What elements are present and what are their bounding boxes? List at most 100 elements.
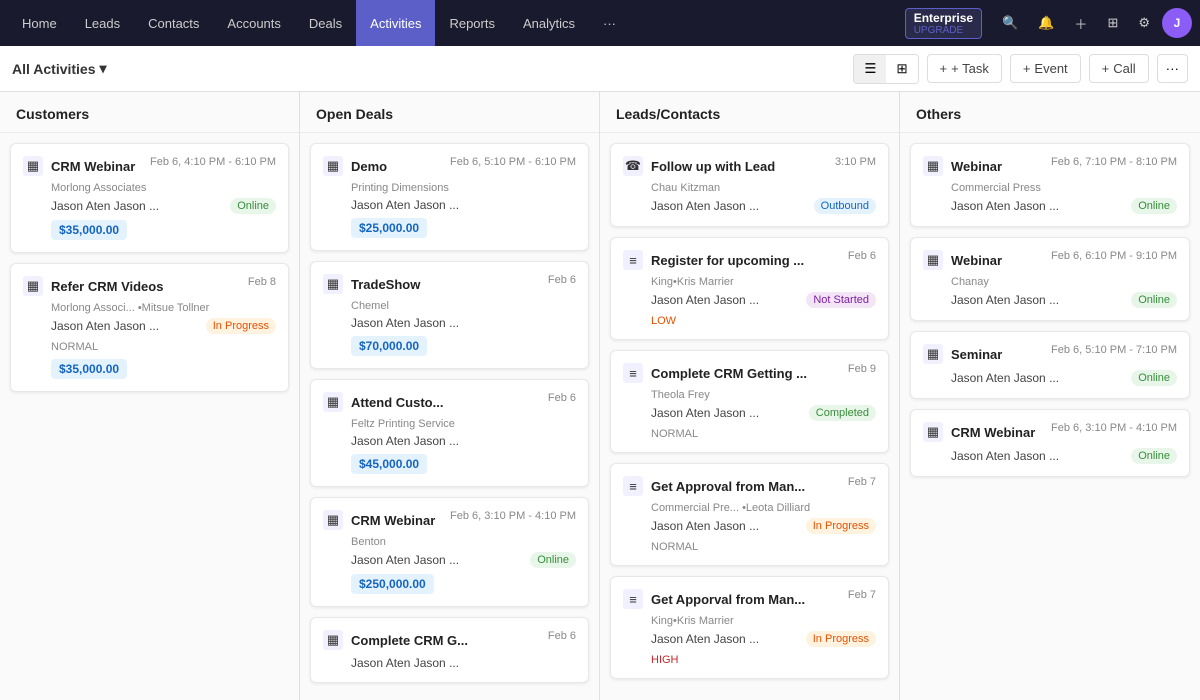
card-leads-contacts-4[interactable]: ≡Get Apporval from Man...Feb 7King•Kris … (610, 576, 889, 679)
card-priority: NORMAL (623, 425, 876, 440)
card-header-row: ▦ Webinar Feb 6, 6:10 PM - 9:10 PM (923, 250, 1177, 270)
card-date: Feb 9 (848, 363, 876, 375)
grid-view-button[interactable]: ⊞ (886, 55, 917, 83)
card-company: Chemel (323, 300, 576, 312)
card-header-row: ▦Complete CRM G...Feb 6 (323, 630, 576, 650)
card-meta-row: Jason Aten Jason ... In Progress (23, 318, 276, 334)
card-title: Demo (351, 159, 387, 174)
card-date: Feb 6, 3:10 PM - 4:10 PM (450, 510, 576, 522)
card-date: Feb 6 (548, 630, 576, 642)
card-date: Feb 6, 6:10 PM - 9:10 PM (1051, 250, 1177, 262)
nav-reports[interactable]: Reports (435, 0, 509, 46)
nav-analytics[interactable]: Analytics (509, 0, 589, 46)
card-date: Feb 6, 4:10 PM - 6:10 PM (150, 156, 276, 168)
card-status-badge: In Progress (206, 318, 276, 334)
card-open-deals-4[interactable]: ▦Complete CRM G...Feb 6Jason Aten Jason … (310, 617, 589, 683)
card-meta-row: Jason Aten Jason ...Online (923, 198, 1177, 214)
nav-leads[interactable]: Leads (71, 0, 134, 46)
card-others-3[interactable]: ▦CRM WebinarFeb 6, 3:10 PM - 4:10 PM Jaso… (910, 409, 1190, 477)
card-company: Theola Frey (623, 389, 876, 401)
dropdown-chevron: ▾ (100, 60, 107, 77)
card-company: King•Kris Marrier (623, 276, 876, 288)
card-assignees: Jason Aten Jason ... (51, 319, 159, 333)
card-others-0[interactable]: ▦WebinarFeb 6, 7:10 PM - 8:10 PM Commerci… (910, 143, 1190, 227)
card-assignees: Jason Aten Jason ... (951, 449, 1059, 463)
nav-home[interactable]: Home (8, 0, 71, 46)
card-company: Chanay (923, 276, 1177, 288)
main-content: Customers▦CRM WebinarFeb 6, 4:10 PM - 6:… (0, 92, 1200, 700)
nav-contacts[interactable]: Contacts (134, 0, 213, 46)
card-header-row: ≡Complete CRM Getting ...Feb 9 (623, 363, 876, 383)
activities-title[interactable]: All Activities ▾ (12, 60, 107, 77)
event-button[interactable]: + Event (1010, 54, 1081, 83)
card-type-icon: ≡ (623, 363, 643, 383)
card-status-badge: Online (1131, 292, 1177, 308)
card-status-badge: Online (530, 552, 576, 568)
card-amount: $35,000.00 (51, 220, 127, 240)
nav-deals[interactable]: Deals (295, 0, 356, 46)
card-title: Complete CRM G... (351, 633, 468, 648)
card-open-deals-0[interactable]: ▦DemoFeb 6, 5:10 PM - 6:10 PMPrinting Di… (310, 143, 589, 251)
card-header-row: ▦Refer CRM VideosFeb 8 (23, 276, 276, 296)
card-type-icon: ▦ (23, 276, 43, 296)
column-open-deals: Open Deals▦DemoFeb 6, 5:10 PM - 6:10 PMP… (300, 92, 600, 700)
card-title: Webinar (951, 253, 1002, 268)
card-meta-row: Jason Aten Jason ...Online (923, 292, 1177, 308)
card-customers-1[interactable]: ▦Refer CRM VideosFeb 8 Morlong Associ... … (10, 263, 289, 392)
card-date: Feb 7 (848, 589, 876, 601)
card-leads-contacts-3[interactable]: ≡Get Approval from Man...Feb 7Commercial… (610, 463, 889, 566)
card-title: CRM Webinar (351, 513, 435, 528)
card-open-deals-1[interactable]: ▦TradeShowFeb 6ChemelJason Aten Jason ..… (310, 261, 589, 369)
card-header-row: ≡Get Approval from Man...Feb 7 (623, 476, 876, 496)
card-meta-row: Jason Aten Jason ...Online (923, 448, 1177, 464)
card-type-icon: ▦ (323, 156, 343, 176)
nav-more[interactable]: ··· (589, 0, 630, 46)
card-type-icon: ≡ (623, 476, 643, 496)
card-priority: NORMAL (623, 538, 876, 553)
call-button[interactable]: + Call (1089, 54, 1149, 83)
card-company: Commercial Press (923, 182, 1177, 194)
card-type-icon: ▦ (923, 250, 943, 270)
card-header-row: ≡Get Apporval from Man...Feb 7 (623, 589, 876, 609)
card-open-deals-3[interactable]: ▦CRM WebinarFeb 6, 3:10 PM - 4:10 PMBent… (310, 497, 589, 607)
card-meta-row: Jason Aten Jason ... (323, 434, 576, 448)
card-meta-row: Jason Aten Jason ... (323, 656, 576, 670)
card-type-icon: ☎ (623, 156, 643, 176)
search-icon[interactable]: 🔍 (994, 9, 1026, 37)
card-company: Benton (323, 536, 576, 548)
nav-accounts[interactable]: Accounts (213, 0, 294, 46)
card-leads-contacts-0[interactable]: ☎Follow up with Lead3:10 PMChau KitzmanJ… (610, 143, 889, 227)
apps-icon[interactable]: ⊞ (1099, 9, 1126, 37)
notifications-icon[interactable]: 🔔 (1030, 9, 1062, 37)
column-header-customers: Customers (0, 92, 299, 133)
card-amount: $45,000.00 (351, 454, 427, 474)
card-others-2[interactable]: ▦SeminarFeb 6, 5:10 PM - 7:10 PMJason At… (910, 331, 1190, 399)
card-customers-0[interactable]: ▦CRM WebinarFeb 6, 4:10 PM - 6:10 PMMorl… (10, 143, 289, 253)
card-status-badge: In Progress (806, 631, 876, 647)
card-leads-contacts-2[interactable]: ≡Complete CRM Getting ...Feb 9 Theola Fre… (610, 350, 889, 453)
card-header-row: ≡Register for upcoming ...Feb 6 (623, 250, 876, 270)
add-icon[interactable]: ＋ (1066, 8, 1095, 39)
settings-icon[interactable]: ⚙ (1130, 9, 1158, 37)
list-view-button[interactable]: ☰ (854, 55, 886, 83)
more-options-button[interactable]: ··· (1157, 54, 1188, 83)
avatar[interactable]: J (1162, 8, 1192, 38)
card-company: Morlong Associ... •Mitsue Tollner (23, 302, 276, 314)
card-type-icon: ▦ (923, 422, 943, 442)
card-date: Feb 6 (548, 392, 576, 404)
card-status-badge: Completed (809, 405, 876, 421)
card-others-1[interactable]: ▦ Webinar Feb 6, 6:10 PM - 9:10 PM Chanay Ja… (910, 237, 1190, 321)
card-leads-contacts-1[interactable]: ≡Register for upcoming ...Feb 6 King•Kris… (610, 237, 889, 340)
nav-activities[interactable]: Activities (356, 0, 435, 46)
task-button[interactable]: + + Task (927, 54, 1002, 83)
card-header-row: ▦WebinarFeb 6, 7:10 PM - 8:10 PM (923, 156, 1177, 176)
card-open-deals-2[interactable]: ▦Attend Custo...Feb 6Feltz Printing Serv… (310, 379, 589, 487)
card-type-icon: ▦ (323, 274, 343, 294)
card-header-row: ▦CRM WebinarFeb 6, 3:10 PM - 4:10 PM (923, 422, 1177, 442)
card-type-icon: ▦ (923, 156, 943, 176)
card-title: Attend Custo... (351, 395, 443, 410)
card-header-row: ☎Follow up with Lead3:10 PM (623, 156, 876, 176)
card-company: Chau Kitzman (623, 182, 876, 194)
card-date: 3:10 PM (835, 156, 876, 168)
card-company: Printing Dimensions (323, 182, 576, 194)
